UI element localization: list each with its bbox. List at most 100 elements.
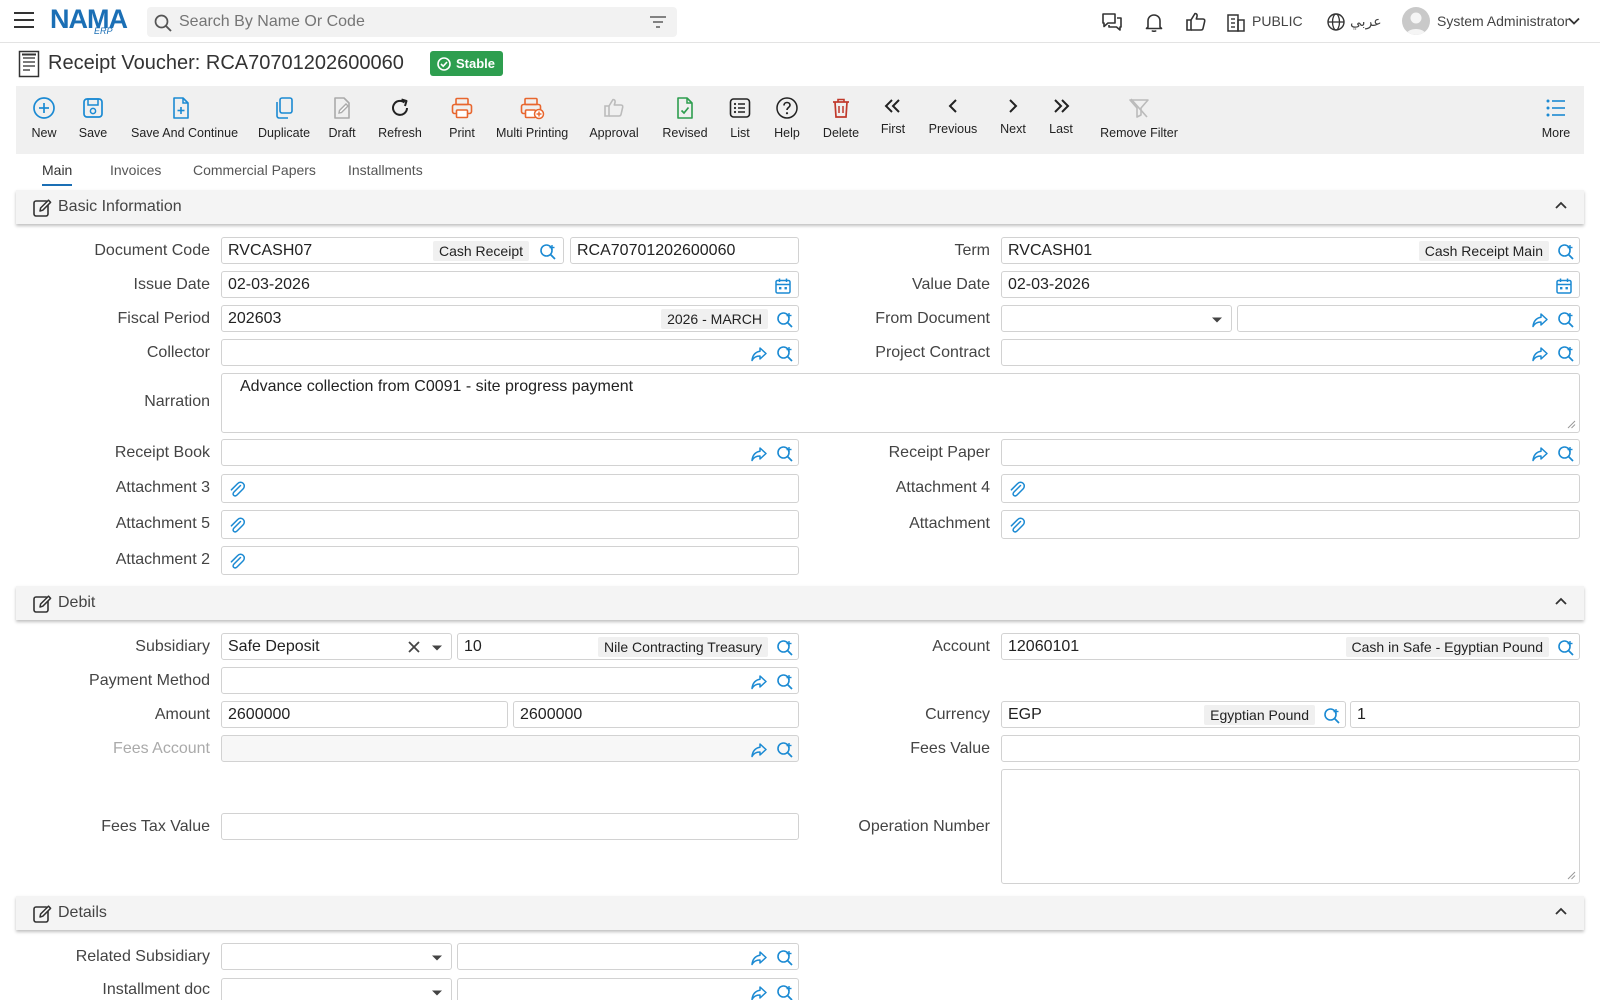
search-add-icon[interactable]	[1557, 243, 1575, 261]
print-button[interactable]: Print	[448, 92, 476, 148]
fees-account-field[interactable]	[221, 735, 799, 762]
public-label[interactable]: PUBLIC	[1252, 13, 1303, 29]
section-details[interactable]: Details	[16, 896, 1584, 930]
tab-invoices[interactable]: Invoices	[110, 162, 161, 184]
avatar[interactable]	[1402, 7, 1430, 35]
fees-value-field[interactable]	[1001, 735, 1580, 762]
list-button[interactable]: List	[726, 92, 754, 148]
chevron-up-icon[interactable]	[1554, 906, 1568, 916]
last-button[interactable]: Last	[1046, 92, 1076, 148]
amount-local-field[interactable]: 2600000	[513, 701, 799, 728]
revised-button[interactable]: Revised	[661, 92, 709, 148]
search-add-icon[interactable]	[539, 243, 557, 261]
chevron-down-icon[interactable]	[1567, 14, 1581, 28]
fiscal-period-field[interactable]: 202603 2026 - MARCH	[221, 305, 799, 332]
paperclip-icon[interactable]	[228, 516, 246, 534]
chevron-up-icon[interactable]	[1554, 596, 1568, 606]
paperclip-icon[interactable]	[1008, 516, 1026, 534]
payment-method-field[interactable]	[221, 667, 799, 694]
language-switch[interactable]: عربي	[1350, 13, 1382, 30]
calendar-icon[interactable]	[774, 277, 792, 295]
project-contract-field[interactable]	[1001, 339, 1580, 366]
refresh-button[interactable]: Refresh	[378, 92, 422, 148]
app-logo[interactable]: NAMA ERP	[50, 4, 132, 38]
chat-icon[interactable]	[1100, 10, 1124, 34]
attachment-5-field[interactable]	[221, 510, 799, 539]
save-and-continue-button[interactable]: Save And Continue	[131, 92, 238, 148]
issue-date-field[interactable]: 02-03-2026	[221, 271, 799, 298]
share-icon[interactable]	[750, 345, 768, 363]
duplicate-button[interactable]: Duplicate	[256, 92, 312, 148]
search-add-icon[interactable]	[776, 949, 794, 967]
caret-down-icon[interactable]	[431, 644, 443, 652]
new-button[interactable]: New	[28, 92, 60, 148]
save-button[interactable]: Save	[77, 92, 109, 148]
search-add-icon[interactable]	[1557, 311, 1575, 329]
section-debit[interactable]: Debit	[16, 586, 1584, 620]
search-add-icon[interactable]	[776, 673, 794, 691]
exchange-rate-field[interactable]: 1	[1350, 701, 1580, 728]
draft-button[interactable]: Draft	[326, 92, 358, 148]
more-button[interactable]: More	[1540, 92, 1572, 148]
search-add-icon[interactable]	[776, 311, 794, 329]
share-icon[interactable]	[1531, 345, 1549, 363]
receipt-paper-field[interactable]	[1001, 439, 1580, 466]
globe-icon[interactable]	[1326, 10, 1346, 34]
share-icon[interactable]	[1531, 311, 1549, 329]
help-button[interactable]: Help	[773, 92, 801, 148]
filter-icon[interactable]	[649, 14, 667, 30]
search-add-icon[interactable]	[776, 984, 794, 1000]
attachment-4-field[interactable]	[1001, 474, 1580, 503]
tab-installments[interactable]: Installments	[348, 162, 423, 184]
paperclip-icon[interactable]	[228, 480, 246, 498]
tab-main[interactable]: Main	[42, 162, 73, 186]
value-date-field[interactable]: 02-03-2026	[1001, 271, 1580, 298]
narration-textarea[interactable]: Advance collection from C0091 - site pro…	[221, 373, 1580, 433]
search-add-icon[interactable]	[776, 345, 794, 363]
from-document-field[interactable]	[1237, 305, 1580, 332]
chevron-up-icon[interactable]	[1554, 200, 1568, 210]
attachment-3-field[interactable]	[221, 474, 799, 503]
section-basic-information[interactable]: Basic Information	[16, 190, 1584, 224]
approval-button[interactable]: Approval	[588, 92, 640, 148]
global-search[interactable]	[147, 7, 677, 37]
search-add-icon[interactable]	[776, 445, 794, 463]
remove-filter-button[interactable]: Remove Filter	[1096, 92, 1182, 148]
amount-field[interactable]: 2600000	[221, 701, 508, 728]
delete-button[interactable]: Delete	[822, 92, 860, 148]
share-icon[interactable]	[750, 445, 768, 463]
user-name[interactable]: System Administrator	[1437, 13, 1569, 29]
share-icon[interactable]	[750, 984, 768, 1000]
first-button[interactable]: First	[878, 92, 908, 148]
document-code-field[interactable]: RVCASH07 Cash Receipt	[221, 237, 564, 264]
installment-doc-field[interactable]	[457, 978, 799, 1000]
search-add-icon[interactable]	[1323, 707, 1341, 725]
related-subsidiary-select[interactable]	[221, 943, 452, 970]
paperclip-icon[interactable]	[1008, 480, 1026, 498]
document-number-field[interactable]: RCA70701202600060	[570, 237, 799, 264]
installment-doc-select[interactable]	[221, 978, 452, 1000]
paperclip-icon[interactable]	[228, 552, 246, 570]
resize-handle-icon[interactable]	[1566, 870, 1576, 880]
collector-field[interactable]	[221, 339, 799, 366]
share-icon[interactable]	[1531, 445, 1549, 463]
fees-tax-value-field[interactable]	[221, 813, 799, 840]
share-icon[interactable]	[750, 673, 768, 691]
account-field[interactable]: 12060101 Cash in Safe - Egyptian Pound	[1001, 633, 1580, 660]
subsidiary-select[interactable]: Safe Deposit	[221, 633, 452, 660]
term-field[interactable]: RVCASH01 Cash Receipt Main	[1001, 237, 1580, 264]
menu-icon[interactable]	[14, 12, 34, 30]
subsidiary-code-field[interactable]: 10 Nile Contracting Treasury	[457, 633, 799, 660]
tab-commercial-papers[interactable]: Commercial Papers	[193, 162, 316, 184]
bell-icon[interactable]	[1142, 10, 1166, 34]
search-add-icon[interactable]	[776, 741, 794, 759]
from-document-select[interactable]	[1001, 305, 1232, 332]
currency-field[interactable]: EGP Egyptian Pound	[1001, 701, 1346, 728]
thumbs-up-icon[interactable]	[1184, 10, 1208, 34]
operation-number-textarea[interactable]	[1001, 769, 1580, 884]
caret-down-icon[interactable]	[431, 989, 443, 997]
related-subsidiary-field[interactable]	[457, 943, 799, 970]
search-add-icon[interactable]	[1557, 345, 1575, 363]
share-icon[interactable]	[750, 741, 768, 759]
caret-down-icon[interactable]	[431, 954, 443, 962]
